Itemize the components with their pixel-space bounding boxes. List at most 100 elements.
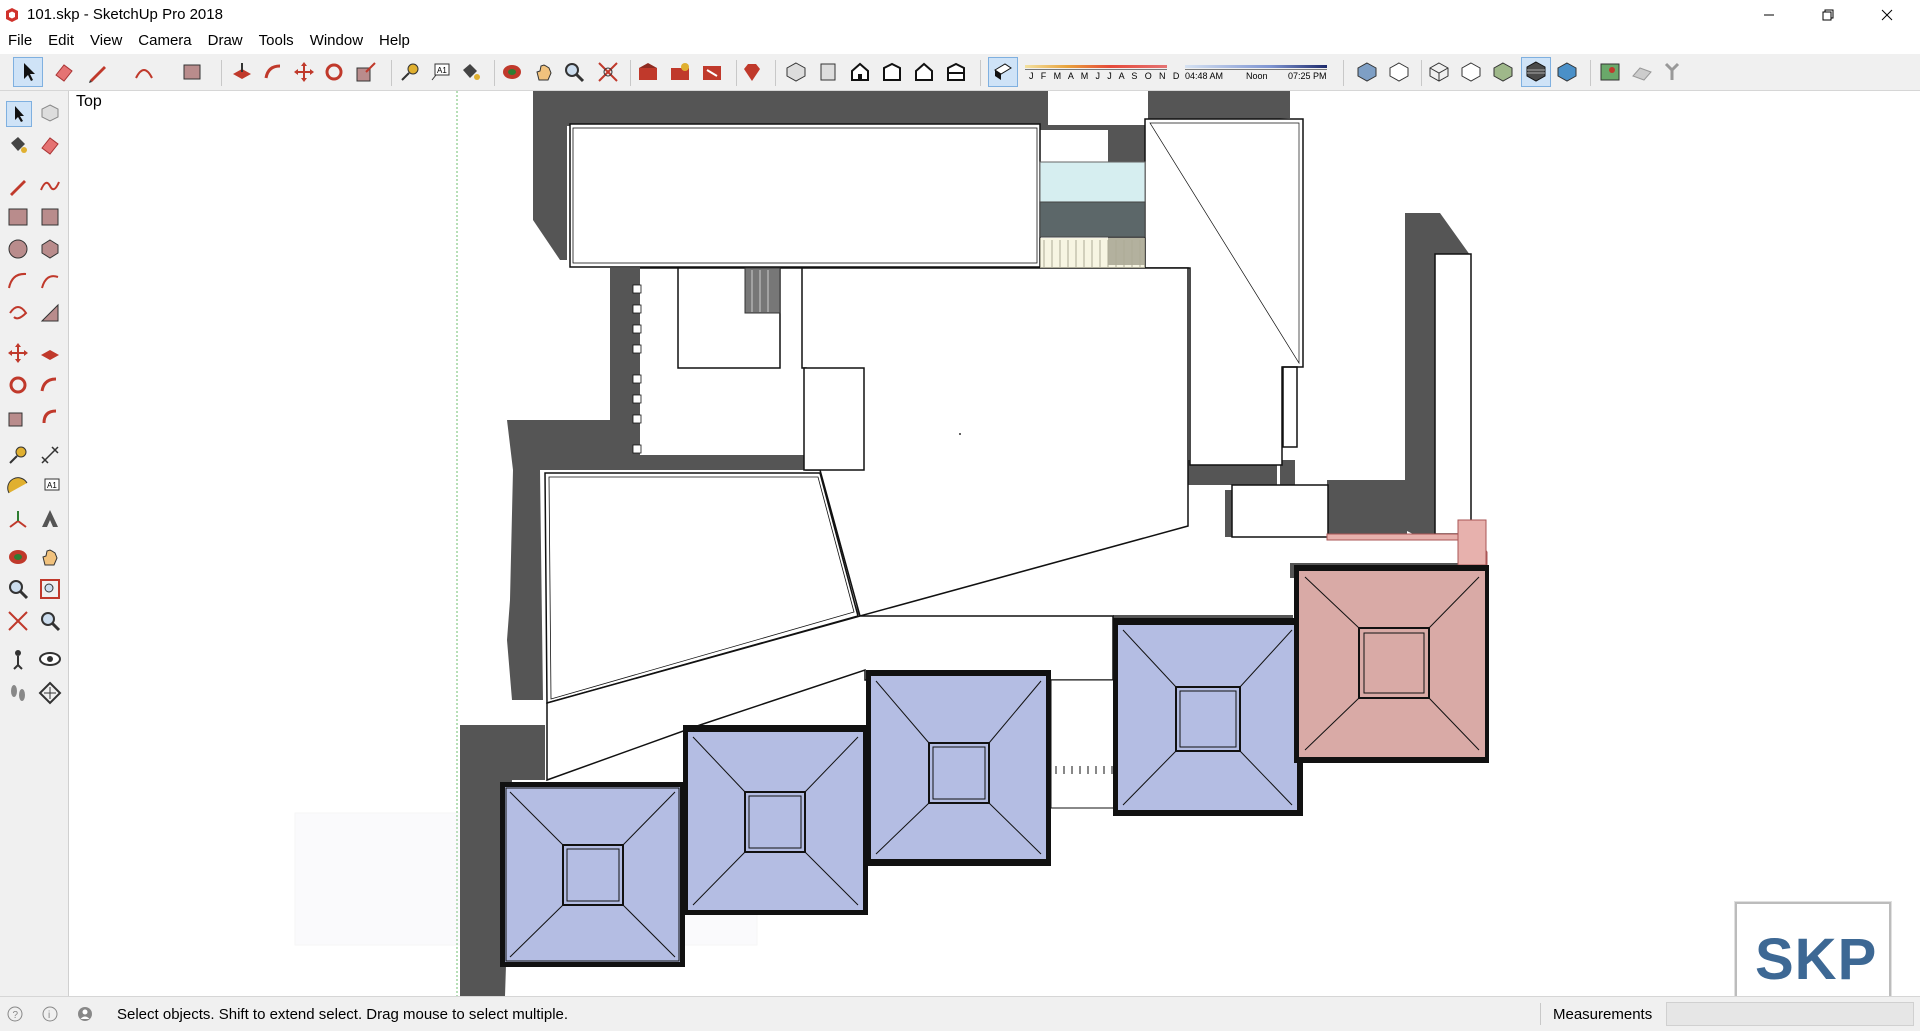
- palette-offset-button[interactable]: [38, 405, 62, 429]
- palette-zoom-extents-button[interactable]: [6, 609, 30, 633]
- menu-file[interactable]: File: [0, 30, 40, 52]
- extension-manager-button[interactable]: [740, 60, 764, 84]
- palette-push-pull-button[interactable]: [38, 341, 62, 365]
- palette-freehand-button[interactable]: [38, 174, 62, 198]
- add-location-button[interactable]: [1598, 60, 1622, 84]
- shadows-toggle-button[interactable]: [988, 57, 1018, 87]
- palette-pan-button[interactable]: [38, 545, 62, 569]
- menu-window[interactable]: Window: [302, 30, 371, 52]
- menu-help[interactable]: Help: [371, 30, 418, 52]
- toggle-terrain-button[interactable]: [1630, 60, 1654, 84]
- shadow-time-end: 07:25 PM: [1288, 71, 1327, 81]
- palette-paint-bucket-button[interactable]: [6, 133, 30, 157]
- zoom-tool-button[interactable]: [562, 60, 586, 84]
- rotate-tool-button[interactable]: [322, 60, 346, 84]
- palette-three-point-arc-button[interactable]: [6, 301, 30, 325]
- text-tool-button[interactable]: A1: [428, 60, 452, 84]
- menu-edit[interactable]: Edit: [40, 30, 82, 52]
- menu-camera[interactable]: Camera: [130, 30, 199, 52]
- geo-location-icon[interactable]: ?: [7, 1006, 23, 1022]
- paint-bucket-tool-button[interactable]: [458, 60, 482, 84]
- user-account-icon[interactable]: [77, 1006, 93, 1022]
- left-view-icon: [947, 62, 965, 81]
- magnifier-icon: [565, 63, 585, 83]
- palette-pie-button[interactable]: [38, 301, 62, 325]
- palette-text-button[interactable]: A1: [38, 475, 62, 499]
- minimize-button[interactable]: [1740, 0, 1798, 30]
- zoom-extents-button[interactable]: [596, 60, 620, 84]
- palette-axes-button[interactable]: [6, 507, 30, 531]
- tape-measure-icon: [401, 63, 419, 81]
- palette-follow-me-button[interactable]: [38, 373, 62, 397]
- warehouse-button[interactable]: [636, 60, 660, 84]
- palette-arc-button[interactable]: [6, 269, 30, 293]
- photo-textures-button[interactable]: [1660, 60, 1684, 84]
- palette-3d-text-button[interactable]: [38, 507, 62, 531]
- xray-style-button[interactable]: [1355, 60, 1379, 84]
- palette-rotate-button[interactable]: [6, 373, 30, 397]
- close-button[interactable]: [1858, 0, 1916, 30]
- follow-me-tool-button[interactable]: [262, 60, 286, 84]
- eraser-tool-button[interactable]: [52, 60, 76, 84]
- monochrome-style-button[interactable]: [1555, 60, 1579, 84]
- share-model-button[interactable]: [668, 60, 692, 84]
- pan-tool-button[interactable]: [532, 60, 556, 84]
- palette-move-button[interactable]: [6, 341, 30, 365]
- palette-rotated-rectangle-button[interactable]: [38, 205, 62, 229]
- palette-line-button[interactable]: [6, 174, 30, 198]
- shaded-style-button[interactable]: [1491, 60, 1515, 84]
- palette-orbit-button[interactable]: [6, 545, 30, 569]
- palette-walk-button[interactable]: [6, 681, 30, 705]
- tape-measure-tool-button[interactable]: [398, 60, 422, 84]
- zoom-extents-icon: [8, 611, 28, 631]
- drawing-area[interactable]: [69, 91, 1920, 996]
- iso-view-button[interactable]: [784, 60, 808, 84]
- orbit-icon: [503, 65, 521, 79]
- palette-scale-button[interactable]: [6, 405, 30, 429]
- wireframe-style-button[interactable]: [1427, 60, 1451, 84]
- menu-tools[interactable]: Tools: [251, 30, 302, 52]
- orbit-tool-button[interactable]: [500, 60, 524, 84]
- shape-tool-button[interactable]: [180, 60, 204, 84]
- palette-two-point-arc-button[interactable]: [38, 269, 62, 293]
- palette-previous-view-button[interactable]: [38, 609, 62, 633]
- left-view-button[interactable]: [944, 60, 968, 84]
- restore-button[interactable]: [1799, 0, 1857, 30]
- scale-tool-button[interactable]: [354, 60, 378, 84]
- line-tool-button[interactable]: [86, 60, 110, 84]
- push-pull-tool-button[interactable]: [230, 60, 254, 84]
- palette-protractor-button[interactable]: [6, 475, 30, 499]
- shaded-textures-style-button[interactable]: [1521, 57, 1551, 87]
- palette-circle-button[interactable]: [6, 237, 30, 261]
- skp-badge-text: SKP: [1755, 927, 1878, 992]
- position-camera-icon: [13, 650, 23, 670]
- palette-make-component-button[interactable]: [38, 101, 62, 125]
- palette-look-around-button[interactable]: [38, 647, 62, 671]
- extension-warehouse-button[interactable]: [700, 60, 724, 84]
- palette-zoom-button[interactable]: [6, 577, 30, 601]
- back-edges-style-button[interactable]: [1387, 60, 1411, 84]
- three-point-arc-icon: [9, 306, 28, 320]
- top-view-button[interactable]: [816, 60, 840, 84]
- measurements-input[interactable]: [1666, 1002, 1914, 1026]
- palette-position-camera-button[interactable]: [6, 647, 30, 671]
- back-view-button[interactable]: [912, 60, 936, 84]
- right-view-button[interactable]: [880, 60, 904, 84]
- front-view-button[interactable]: [848, 60, 872, 84]
- arc-tool-button[interactable]: [132, 60, 156, 84]
- extension-warehouse-icon: [703, 66, 721, 80]
- palette-tape-measure-button[interactable]: [6, 443, 30, 467]
- hidden-line-style-button[interactable]: [1459, 60, 1483, 84]
- palette-polygon-button[interactable]: [38, 237, 62, 261]
- palette-rectangle-button[interactable]: [6, 205, 30, 229]
- menu-view[interactable]: View: [82, 30, 130, 52]
- palette-section-plane-button[interactable]: [38, 681, 62, 705]
- palette-zoom-window-button[interactable]: [38, 577, 62, 601]
- select-tool-button[interactable]: [13, 57, 43, 87]
- menu-draw[interactable]: Draw: [200, 30, 251, 52]
- palette-eraser-button[interactable]: [38, 133, 62, 157]
- palette-select-button[interactable]: [6, 101, 32, 127]
- palette-dimension-button[interactable]: [38, 443, 62, 467]
- move-tool-button[interactable]: [292, 60, 316, 84]
- credits-icon[interactable]: i: [42, 1006, 58, 1022]
